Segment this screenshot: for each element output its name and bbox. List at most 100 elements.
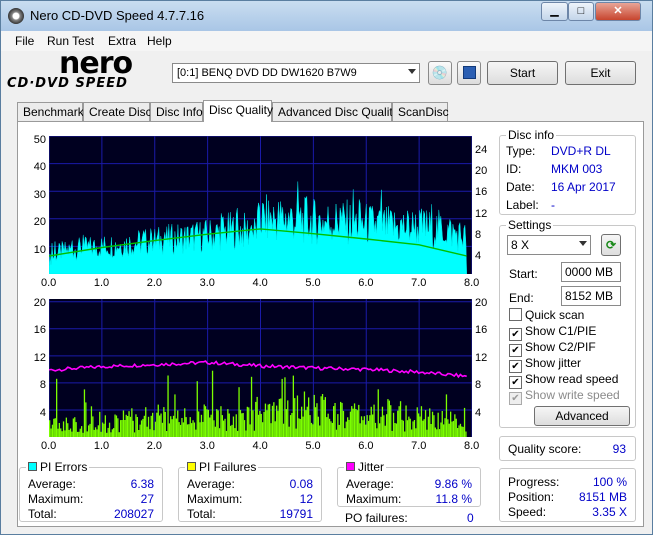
jitter-swatch	[346, 462, 355, 471]
axis-tick-label: 12	[33, 351, 46, 364]
pi-failure-bar	[397, 410, 399, 437]
pi-errors-swatch	[28, 462, 37, 471]
show-c1-checkbox[interactable]: ✔ Show C1/PIE	[509, 324, 596, 341]
quick-scan-label: Quick scan	[525, 308, 585, 322]
pi-failures-total-label: Total:	[187, 507, 216, 521]
pi-failure-bar	[257, 414, 260, 437]
pi-failure-bar	[122, 410, 125, 437]
pi-failure-bar	[319, 425, 321, 437]
pi-failure-bar	[160, 413, 162, 437]
tab-benchmark[interactable]: Benchmark	[17, 102, 84, 121]
pi-failure-bar	[424, 410, 427, 437]
maximize-button[interactable]: □	[568, 2, 594, 21]
pi-failure-bar	[209, 417, 211, 437]
pi-failure-bar	[324, 397, 326, 437]
pi-failure-bar	[64, 430, 66, 437]
pi-failure-bar	[374, 422, 377, 437]
pi-failure-bar	[337, 414, 339, 437]
pi-failure-bar	[143, 415, 145, 437]
pi-failure-bar	[135, 414, 137, 437]
drive-select[interactable]: [0:1] BENQ DVD DD DW1620 B7W9	[172, 63, 420, 83]
pi-failure-bar	[110, 432, 112, 437]
pi-failure-bar	[317, 416, 319, 437]
quick-scan-checkbox[interactable]: Quick scan	[509, 308, 584, 322]
pi-failure-bar	[347, 417, 349, 437]
pi-failure-bar	[440, 422, 442, 437]
pi-failure-bar	[353, 403, 356, 437]
tab-scandisc[interactable]: ScanDisc	[392, 102, 449, 121]
advanced-button[interactable]: Advanced	[534, 406, 630, 426]
axis-tick-label: 8	[475, 228, 482, 241]
axis-tick-label: 4	[39, 406, 46, 419]
pi-failure-bar	[71, 431, 73, 437]
pi-failure-bar	[295, 428, 297, 437]
axis-tick-label: 5.0	[305, 277, 321, 289]
pi-failure-bar	[82, 432, 84, 437]
pi-failure-bar	[452, 420, 455, 437]
pi-failure-bar	[352, 408, 354, 437]
axis-tick-label: 7.0	[411, 440, 427, 452]
pi-failure-bar	[266, 410, 268, 437]
pi-failure-bar	[245, 430, 247, 437]
pi-failure-bar	[445, 394, 448, 437]
menu-file[interactable]: File	[15, 34, 34, 48]
tab-disc-quality[interactable]: Disc Quality	[203, 100, 273, 122]
pi-failure-bar	[399, 401, 402, 437]
pi-failure-bar	[188, 424, 190, 437]
tab-disc-info[interactable]: Disc Info	[150, 102, 203, 121]
pi-failure-bar	[316, 403, 318, 437]
pi-failure-bar	[431, 411, 434, 437]
close-button[interactable]: ✕	[595, 2, 641, 21]
end-input[interactable]: 8152 MB	[561, 286, 621, 306]
pi-errors-max: 27	[140, 492, 154, 506]
pi-failure-bar	[206, 409, 208, 437]
save-button[interactable]	[457, 61, 481, 85]
start-button[interactable]: Start	[487, 61, 558, 85]
logo-sub-text: CD·DVD SPEED	[7, 76, 128, 91]
menu-help[interactable]: Help	[147, 34, 172, 48]
pi-failure-bar	[262, 422, 264, 437]
pi-failure-bar	[284, 377, 286, 437]
progress-value: 100 %	[592, 475, 627, 489]
axis-tick-label: 4.0	[252, 277, 268, 289]
axis-tick-label: 20	[33, 216, 46, 229]
axis-tick-label: 16	[475, 324, 488, 337]
pi-failure-bar	[327, 413, 329, 437]
nero-logo: nero CD·DVD SPEED	[7, 46, 165, 92]
speed-select[interactable]: 8 X	[507, 235, 591, 255]
pi-failure-bar	[413, 420, 416, 437]
show-read-speed-checkbox[interactable]: ✔ Show read speed	[509, 372, 618, 389]
pi-failure-bar	[294, 398, 296, 437]
start-input[interactable]: 0000 MB	[561, 262, 621, 282]
tab-create-disc[interactable]: Create Disc	[83, 102, 152, 121]
pi-failure-bar	[299, 419, 301, 437]
tab-advanced-disc-quality[interactable]: Advanced Disc Quality	[272, 102, 399, 121]
pi-failure-bar	[401, 419, 403, 437]
pi-failure-bar	[391, 430, 393, 437]
pi-failure-bar	[305, 410, 307, 437]
pi-failure-bar	[191, 423, 193, 437]
refresh-button[interactable]: ⟳	[601, 234, 621, 256]
pi-failure-bar	[408, 416, 410, 437]
jitter-avg-label: Average:	[346, 477, 394, 491]
pi-failure-bar	[104, 415, 106, 437]
pi-failure-bar	[189, 417, 191, 437]
pi-failure-bar	[388, 400, 390, 437]
exit-button[interactable]: Exit	[565, 61, 636, 85]
show-c2-checkbox[interactable]: ✔ Show C2/PIF	[509, 340, 596, 357]
pi-failure-bar	[128, 411, 130, 437]
pi-failure-bar	[310, 422, 313, 437]
disc-id-label: ID:	[506, 162, 522, 176]
chevron-down-icon	[408, 69, 416, 74]
show-jitter-checkbox[interactable]: ✔ Show jitter	[509, 356, 581, 373]
pi-failure-bar	[288, 426, 290, 437]
pi-failure-bar	[395, 423, 397, 437]
pi-failure-bar	[127, 416, 129, 437]
show-write-speed-label: Show write speed	[525, 388, 620, 402]
pi-failure-bar	[237, 430, 239, 437]
drive-info-button[interactable]: 💿	[428, 61, 452, 85]
minimize-button[interactable]: ▁	[541, 2, 568, 21]
pi-failure-bar	[149, 429, 151, 437]
pi-failure-bar	[280, 398, 282, 437]
pi-failure-bar	[436, 429, 438, 437]
